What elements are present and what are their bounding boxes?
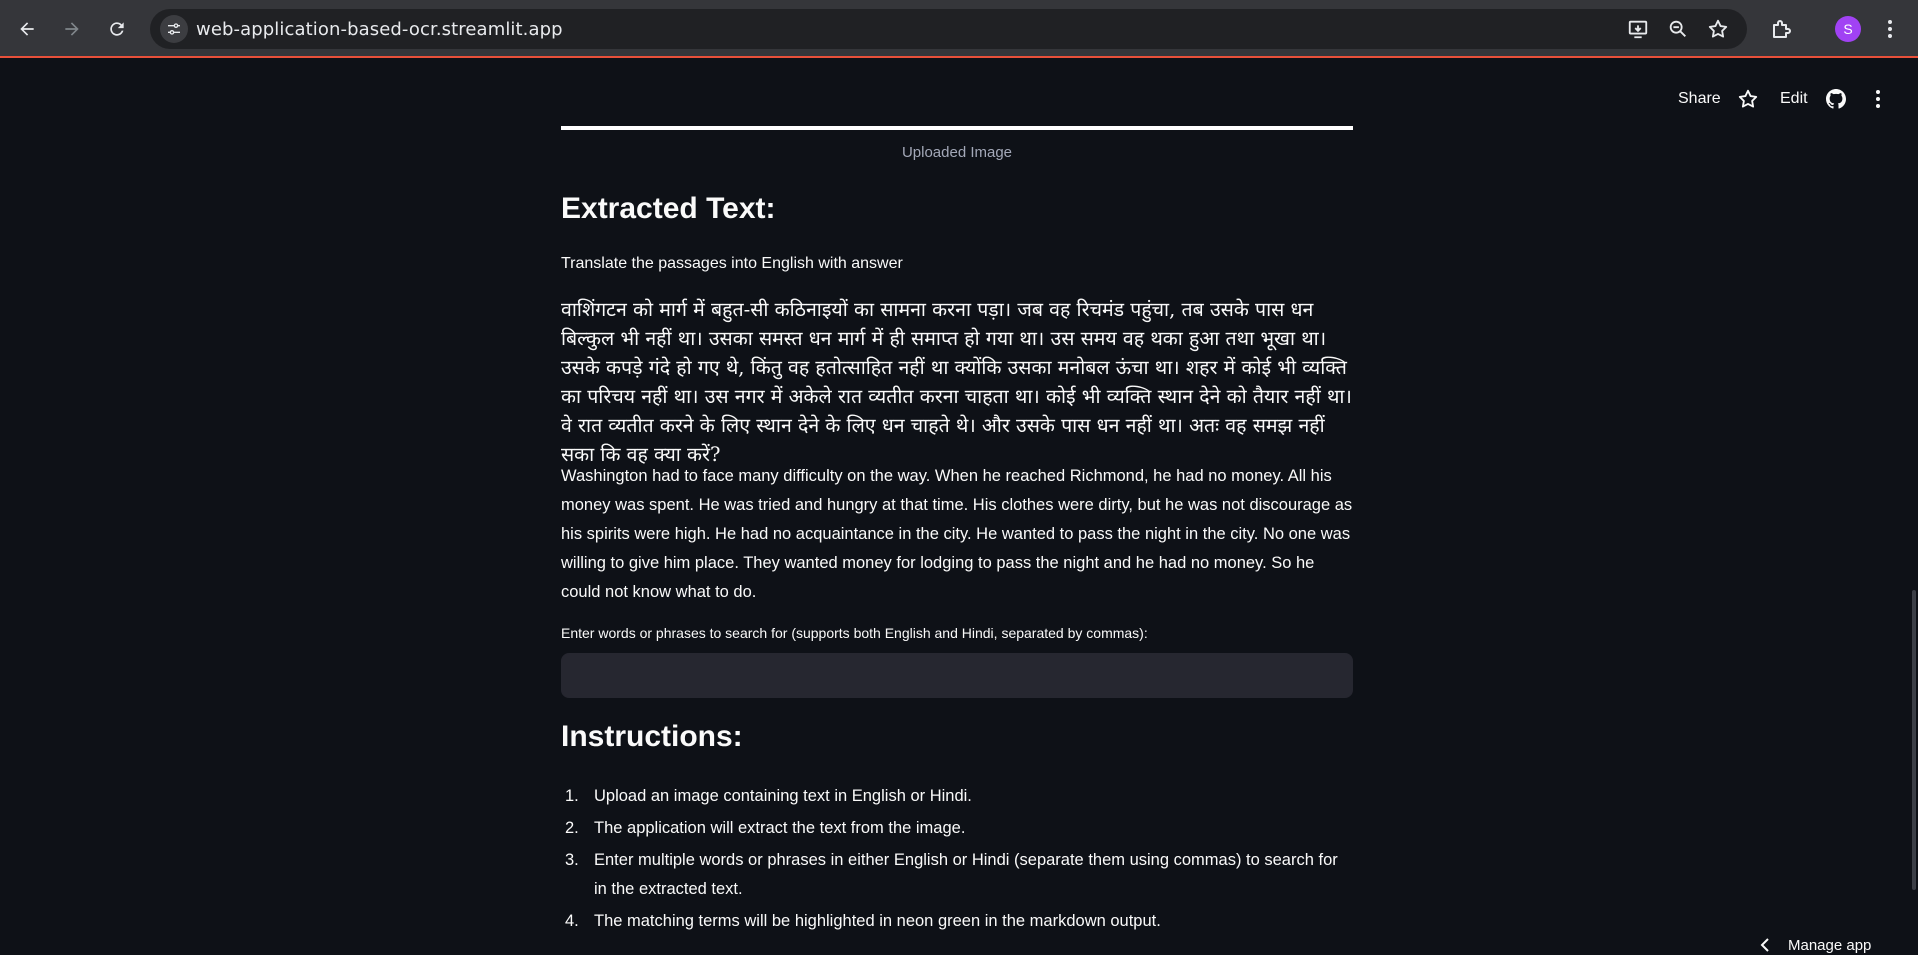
address-bar[interactable]: web-application-based-ocr.streamlit.app — [150, 9, 1747, 49]
zoom-icon — [1669, 20, 1686, 37]
kebab-menu-icon — [1888, 20, 1892, 38]
image-caption: Uploaded Image — [901, 144, 1013, 161]
extracted-line: Translate the passages into English with… — [561, 255, 903, 272]
reload-icon — [110, 22, 124, 36]
list-number: 4. — [565, 912, 579, 930]
arrow-right-icon — [65, 22, 79, 36]
list-item: 2. The application will extract the text… — [561, 814, 1353, 843]
list-number: 1. — [565, 787, 579, 805]
extracted-english-paragraph: Washington had to face many difficulty o… — [561, 467, 1353, 601]
bookmark-button[interactable] — [1706, 17, 1730, 41]
reload-button[interactable] — [101, 13, 133, 45]
manage-app-button[interactable]: Manage app — [1760, 935, 1918, 955]
extracted-text-heading: Extracted Text: — [561, 192, 776, 225]
manage-app-label: Manage app — [1788, 936, 1872, 954]
url-text[interactable]: web-application-based-ocr.streamlit.app — [196, 19, 563, 40]
search-input[interactable] — [561, 653, 1353, 698]
star-icon — [1708, 19, 1728, 38]
puzzle-icon — [1773, 20, 1791, 38]
back-button[interactable] — [11, 13, 43, 45]
list-item: 1. Upload an image containing text in En… — [561, 782, 1353, 811]
list-text: The application will extract the text fr… — [594, 819, 966, 837]
share-button[interactable]: Share — [1678, 90, 1721, 108]
install-app-button[interactable] — [1626, 17, 1650, 41]
list-text: The matching terms will be highlighted i… — [594, 912, 1161, 930]
tune-icon — [168, 23, 180, 35]
more-options-icon[interactable] — [1872, 89, 1884, 109]
page-scrollbar[interactable] — [1912, 590, 1916, 890]
chevron-left-icon — [1760, 938, 1769, 952]
list-text: Enter multiple words or phrases in eithe… — [594, 851, 1338, 898]
uploaded-image — [561, 126, 1353, 130]
list-text: Upload an image containing text in Engli… — [594, 787, 972, 805]
edit-button[interactable]: Edit — [1780, 90, 1808, 108]
github-icon[interactable] — [1826, 89, 1846, 109]
star-icon[interactable] — [1737, 88, 1759, 110]
list-item: 3. Enter multiple words or phrases in ei… — [561, 846, 1353, 904]
browser-menu-button[interactable] — [1880, 16, 1900, 42]
install-app-icon — [1628, 20, 1648, 39]
list-item: 4. The matching terms will be highlighte… — [561, 907, 1353, 936]
extracted-hindi-paragraph: वाशिंगटन को मार्ग में बहुत-सी कठिनाइयों … — [561, 298, 1352, 466]
arrow-left-icon — [20, 22, 34, 36]
profile-avatar[interactable]: S — [1835, 16, 1861, 42]
instructions-heading: Instructions: — [561, 720, 743, 753]
search-label: Enter words or phrases to search for (su… — [561, 625, 1148, 641]
site-info-button[interactable] — [160, 15, 188, 43]
list-number: 3. — [565, 851, 579, 869]
instructions-list: 1. Upload an image containing text in En… — [561, 782, 1353, 939]
list-number: 2. — [565, 819, 579, 837]
zoom-button[interactable] — [1666, 17, 1690, 41]
forward-button[interactable] — [56, 13, 88, 45]
extensions-button[interactable] — [1767, 15, 1795, 43]
browser-toolbar: web-application-based-ocr.streamlit.app … — [0, 0, 1918, 58]
